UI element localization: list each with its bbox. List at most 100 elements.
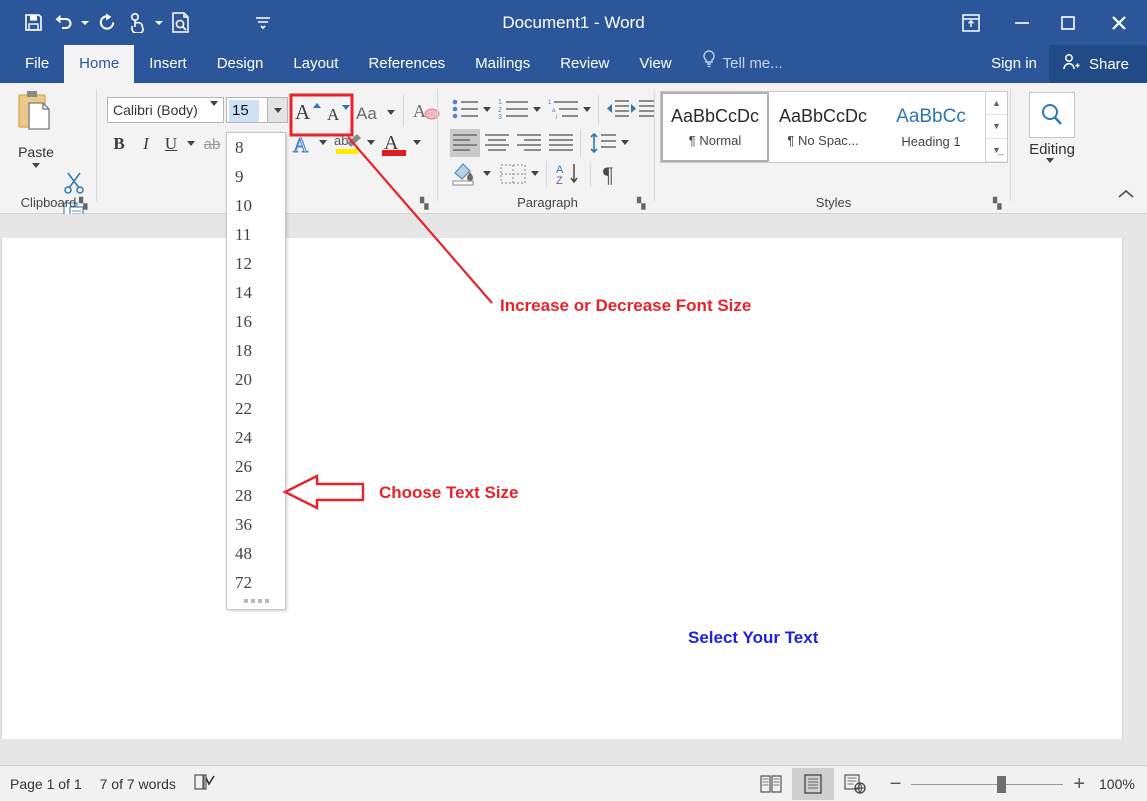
font-color-dropdown-icon[interactable] bbox=[412, 137, 422, 147]
bullets-icon[interactable] bbox=[452, 97, 480, 121]
styles-more-icon[interactable]: ▼̲ bbox=[986, 139, 1007, 162]
zoom-slider[interactable] bbox=[911, 775, 1064, 793]
numbering-dropdown-icon[interactable] bbox=[532, 104, 542, 114]
font-dialog-launcher[interactable]: ▚ bbox=[420, 197, 432, 210]
bullets-dropdown-icon[interactable] bbox=[482, 104, 492, 114]
font-size-option-11[interactable]: 11 bbox=[227, 220, 285, 249]
maximize-icon[interactable] bbox=[1045, 0, 1091, 45]
zoom-out-button[interactable]: − bbox=[890, 774, 902, 794]
grow-font-button[interactable]: A bbox=[294, 99, 322, 123]
font-size-option-72[interactable]: 72 bbox=[227, 568, 285, 597]
tab-mailings[interactable]: Mailings bbox=[460, 45, 545, 83]
font-size-option-18[interactable]: 18 bbox=[227, 336, 285, 365]
line-spacing-dropdown-icon[interactable] bbox=[620, 137, 630, 147]
tab-file[interactable]: File bbox=[10, 45, 64, 83]
multilevel-dropdown-icon[interactable] bbox=[582, 104, 592, 114]
dropdown-resize-grip[interactable] bbox=[227, 595, 285, 607]
increase-indent-icon[interactable] bbox=[630, 97, 654, 121]
tab-home[interactable]: Home bbox=[64, 45, 135, 83]
tab-references[interactable]: References bbox=[353, 45, 460, 83]
text-effects-button[interactable]: A bbox=[290, 130, 318, 158]
shading-dropdown-icon[interactable] bbox=[482, 168, 492, 178]
word-count[interactable]: 7 of 7 words bbox=[100, 776, 176, 792]
font-size-option-14[interactable]: 14 bbox=[227, 278, 285, 307]
clipboard-dialog-launcher[interactable]: ▚ bbox=[79, 197, 91, 210]
page-indicator[interactable]: Page 1 of 1 bbox=[10, 776, 82, 792]
proofing-errors-icon[interactable] bbox=[194, 773, 216, 796]
styles-scroll-up-icon[interactable]: ▲ bbox=[986, 92, 1007, 116]
font-size-option-8[interactable]: 8 bbox=[227, 133, 285, 162]
font-size-option-28[interactable]: 28 bbox=[227, 481, 285, 510]
text-effects-dropdown-icon[interactable] bbox=[318, 137, 328, 147]
paste-button[interactable]: Paste bbox=[8, 89, 64, 168]
text-highlight-button[interactable]: ab bbox=[334, 128, 364, 160]
align-center-button[interactable] bbox=[482, 129, 512, 157]
change-case-dropdown-icon[interactable] bbox=[386, 107, 396, 117]
font-color-button[interactable]: A bbox=[380, 128, 410, 160]
font-size-option-24[interactable]: 24 bbox=[227, 423, 285, 452]
sort-button[interactable]: AZ bbox=[554, 161, 584, 187]
styles-scroll-down-icon[interactable]: ▼ bbox=[986, 115, 1007, 139]
numbering-icon[interactable]: 123 bbox=[498, 97, 530, 121]
line-spacing-button[interactable] bbox=[588, 129, 618, 157]
share-button[interactable]: Share bbox=[1048, 45, 1147, 83]
borders-button[interactable] bbox=[498, 161, 528, 187]
paste-dropdown-icon[interactable] bbox=[8, 163, 64, 168]
ribbon-group-editing: Editing bbox=[1012, 83, 1092, 214]
font-size-option-22[interactable]: 22 bbox=[227, 394, 285, 423]
style-heading-1[interactable]: AaBbCc Heading 1 bbox=[877, 92, 985, 162]
collapse-ribbon-icon[interactable] bbox=[1117, 187, 1135, 205]
tell-me-search[interactable]: Tell me... bbox=[687, 45, 798, 83]
web-layout-view-button[interactable] bbox=[834, 768, 876, 800]
font-size-option-48[interactable]: 48 bbox=[227, 539, 285, 568]
font-size-dropdown-list[interactable]: 8 9 10 11 12 14 16 18 20 22 24 26 28 36 … bbox=[226, 132, 286, 610]
font-size-option-10[interactable]: 10 bbox=[227, 191, 285, 220]
font-size-option-9[interactable]: 9 bbox=[227, 162, 285, 191]
zoom-in-button[interactable]: + bbox=[1073, 774, 1085, 794]
read-mode-view-button[interactable] bbox=[750, 768, 792, 800]
tab-review[interactable]: Review bbox=[545, 45, 624, 83]
text-highlight-dropdown-icon[interactable] bbox=[366, 137, 376, 147]
style-no-spacing[interactable]: AaBbCcDc ¶ No Spac... bbox=[769, 92, 877, 162]
shrink-font-button[interactable]: A bbox=[326, 100, 352, 124]
show-formatting-marks-button[interactable]: ¶ bbox=[598, 159, 626, 187]
styles-dialog-launcher[interactable]: ▚ bbox=[993, 197, 1005, 210]
close-icon[interactable] bbox=[1091, 0, 1147, 45]
justify-button[interactable] bbox=[546, 129, 576, 157]
zoom-level[interactable]: 100% bbox=[1099, 776, 1139, 792]
tab-layout[interactable]: Layout bbox=[278, 45, 353, 83]
bold-button[interactable]: B bbox=[108, 131, 130, 157]
style-normal[interactable]: AaBbCcDc ¶ Normal bbox=[661, 92, 769, 162]
font-size-option-16[interactable]: 16 bbox=[227, 307, 285, 336]
font-size-dropdown-icon[interactable] bbox=[268, 97, 288, 123]
multilevel-list-icon[interactable]: 1ai bbox=[548, 97, 580, 121]
underline-button[interactable]: U bbox=[160, 131, 182, 157]
editing-dropdown-icon[interactable] bbox=[1046, 158, 1054, 181]
font-size-input[interactable]: 15 bbox=[226, 97, 268, 123]
borders-dropdown-icon[interactable] bbox=[530, 168, 540, 178]
ribbon-display-options-icon[interactable] bbox=[943, 0, 999, 45]
paragraph-dialog-launcher[interactable]: ▚ bbox=[637, 197, 649, 210]
font-size-option-20[interactable]: 20 bbox=[227, 365, 285, 394]
tab-design[interactable]: Design bbox=[202, 45, 279, 83]
font-name-dropdown-icon[interactable] bbox=[210, 101, 218, 124]
align-left-button[interactable] bbox=[450, 129, 480, 157]
print-layout-view-button[interactable] bbox=[791, 768, 834, 800]
zoom-slider-thumb[interactable] bbox=[997, 775, 1007, 793]
tab-view[interactable]: View bbox=[624, 45, 686, 83]
tab-insert[interactable]: Insert bbox=[134, 45, 202, 83]
decrease-indent-icon[interactable] bbox=[605, 97, 629, 121]
align-right-button[interactable] bbox=[514, 129, 544, 157]
italic-button[interactable]: I bbox=[136, 131, 156, 157]
shading-button[interactable] bbox=[450, 161, 480, 187]
minimize-icon[interactable] bbox=[999, 0, 1045, 45]
find-magnifier-icon[interactable] bbox=[1029, 92, 1075, 138]
change-case-button[interactable]: Aa bbox=[356, 100, 386, 124]
font-size-option-36[interactable]: 36 bbox=[227, 510, 285, 539]
strikethrough-button[interactable]: ab bbox=[200, 131, 224, 157]
font-size-option-26[interactable]: 26 bbox=[227, 452, 285, 481]
sign-in-button[interactable]: Sign in bbox=[979, 45, 1049, 83]
font-size-option-12[interactable]: 12 bbox=[227, 249, 285, 278]
underline-dropdown-icon[interactable] bbox=[186, 138, 196, 148]
font-name-input[interactable]: Calibri (Body) bbox=[107, 97, 224, 123]
